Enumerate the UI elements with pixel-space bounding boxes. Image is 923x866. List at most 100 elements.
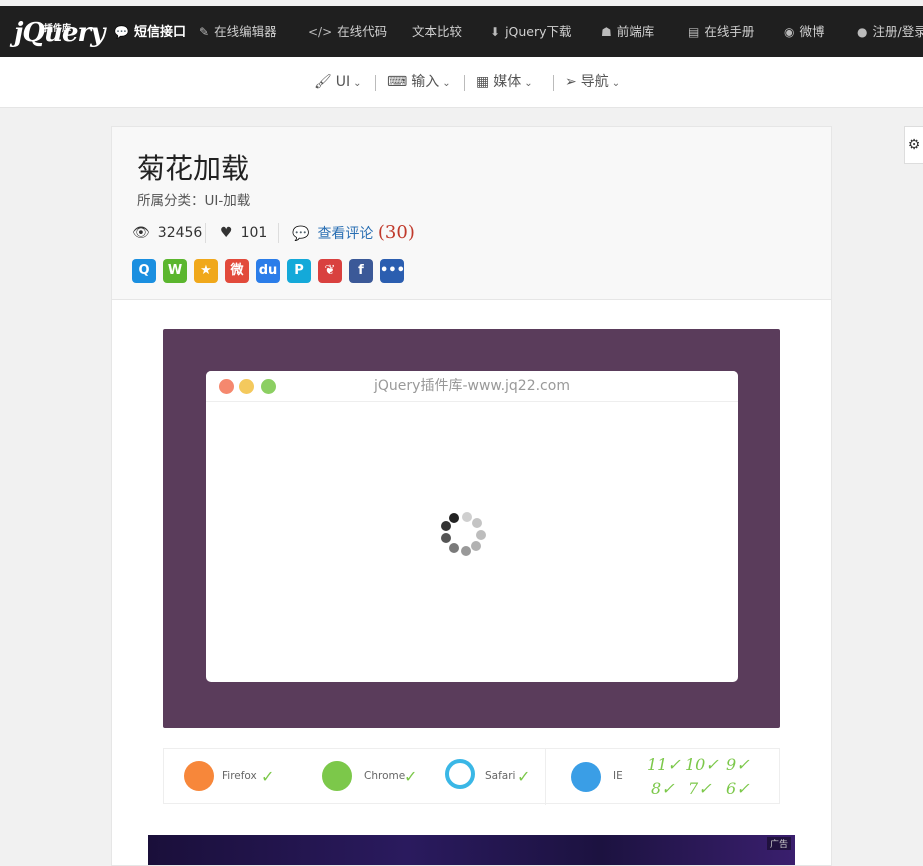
nav-register-login[interactable]: ● 注册/登录 xyxy=(857,12,923,52)
share-douban-button[interactable]: ❦ xyxy=(318,259,342,283)
browser-name: Chrome xyxy=(364,770,406,782)
edit-icon: ✎ xyxy=(199,25,210,39)
nav-jquery-download[interactable]: ⬇ jQuery下载 xyxy=(490,12,572,52)
eye-icon: 👁 xyxy=(132,225,150,241)
nav-weibo[interactable]: ◉ 微博 xyxy=(784,12,825,52)
keyboard-icon: ⌨ xyxy=(387,74,408,90)
nav-online-editor[interactable]: ✎ 在线编辑器 xyxy=(199,12,277,52)
likes-stat[interactable]: ♥ 101 xyxy=(220,221,267,245)
views-stat: 👁 32456 xyxy=(132,221,202,245)
share-wechat-button[interactable]: W xyxy=(163,259,187,283)
spinner-dot xyxy=(441,521,451,531)
plugin-category[interactable]: 所属分类：UI-加载 xyxy=(137,189,250,209)
loading-spinner-icon xyxy=(436,509,492,565)
ad-banner[interactable]: 广告 xyxy=(148,835,795,865)
nav-sms-api[interactable]: 💬 短信接口 xyxy=(114,12,186,52)
ie-version-label: 8 xyxy=(651,779,662,798)
ie-version-11: 11✓ xyxy=(647,755,681,774)
paper-plane-icon: ➢ xyxy=(565,74,577,90)
chevron-down-icon: ⌄ xyxy=(442,78,451,89)
share-renren-button[interactable]: P xyxy=(287,259,311,283)
code-icon: </> xyxy=(308,25,333,39)
chevron-down-icon: ⌄ xyxy=(524,78,533,89)
site-logo[interactable]: jQuery 插件库 xyxy=(14,16,106,50)
ie-version-7: 7✓ xyxy=(688,779,712,798)
divider xyxy=(278,223,279,243)
share-facebook-button[interactable]: f xyxy=(349,259,373,283)
user-icon: ● xyxy=(857,25,868,39)
checkmark-icon: ✓ xyxy=(517,767,531,786)
heart-icon: ♥ xyxy=(220,225,233,241)
nav-text-compare[interactable]: 文本比较 xyxy=(412,12,462,52)
ie-version-10: 10✓ xyxy=(685,755,719,774)
ie-version-label: 10 xyxy=(685,755,706,774)
nav-label: 在线编辑器 xyxy=(214,24,277,39)
subnav-label: UI xyxy=(335,74,351,90)
ie-version-label: 7 xyxy=(688,779,699,798)
qzone-icon: ★ xyxy=(200,263,212,278)
comments-link[interactable]: 💬 查看评论 (30) xyxy=(292,221,415,245)
demo-preview[interactable]: jQuery插件库-www.jq22.com xyxy=(163,329,780,728)
ie-version-9: 9✓ xyxy=(726,755,750,774)
checkmark-icon: ✓ xyxy=(404,767,418,786)
film-icon: ▦ xyxy=(476,74,490,90)
subnav-label: 媒体 xyxy=(493,74,522,90)
download-icon: ⬇ xyxy=(490,25,501,39)
ad-label: 广告 xyxy=(766,837,791,850)
comments-count: (30) xyxy=(377,222,415,243)
plugin-header: 菊花加载 所属分类：UI-加载 👁 32456 ♥ 101 💬 查看评论 (30) Q… xyxy=(112,127,831,300)
subnav-media[interactable]: ▦ 媒体 ⌄ xyxy=(476,57,533,107)
share-more-button[interactable]: ••• xyxy=(380,259,405,283)
page-title: 菊花加载 xyxy=(137,152,250,185)
spinner-dot xyxy=(471,541,481,551)
nav-label: 文本比较 xyxy=(412,24,463,39)
spinner-dot xyxy=(449,513,459,523)
baidu-icon: du xyxy=(258,263,278,278)
likes-count: 101 xyxy=(240,225,268,241)
weibo-icon: ◉ xyxy=(784,25,795,39)
divider xyxy=(205,223,206,243)
paintbrush-icon: 🖌 xyxy=(314,74,332,90)
views-count: 32456 xyxy=(157,225,203,241)
ie-version-8: 8✓ xyxy=(651,779,675,798)
nav-label: jQuery下载 xyxy=(505,24,572,39)
share-weibo-button[interactable]: 微 xyxy=(225,259,249,283)
ie-version-6: 6✓ xyxy=(726,779,750,798)
spinner-dot xyxy=(472,518,482,528)
demo-window: jQuery插件库-www.jq22.com xyxy=(206,371,738,682)
ie-version-label: 9 xyxy=(726,755,737,774)
subnav-input[interactable]: ⌨ 输入 ⌄ xyxy=(387,57,451,107)
share-qzone-button[interactable]: ★ xyxy=(194,259,218,283)
spinner-dot xyxy=(476,530,486,540)
subnav-label: 导航 xyxy=(580,74,609,90)
subnav-ui[interactable]: 🖌 UI ⌄ xyxy=(314,57,362,107)
plugin-card: 菊花加载 所属分类：UI-加载 👁 32456 ♥ 101 💬 查看评论 (30) Q… xyxy=(111,126,832,866)
browser-support: Firefox ✓ Chrome ✓ Safari ✓ IE 11✓ 10✓ 9… xyxy=(163,748,780,805)
firefox-icon xyxy=(184,761,214,791)
window-titlebar: jQuery插件库-www.jq22.com xyxy=(206,371,738,402)
nav-online-code[interactable]: </> 在线代码 xyxy=(308,12,387,52)
book-icon: ▤ xyxy=(688,25,700,39)
share-qq-button[interactable]: Q xyxy=(132,259,156,283)
subnav-navigation[interactable]: ➢ 导航 ⌄ xyxy=(565,57,620,107)
user-secret-icon: ☗ xyxy=(601,25,612,39)
comment-icon: 💬 xyxy=(292,226,310,242)
facebook-icon: f xyxy=(358,263,364,278)
ie-version-label: 11 xyxy=(647,755,668,774)
nav-label: 在线代码 xyxy=(337,24,388,39)
window-title: jQuery插件库-www.jq22.com xyxy=(374,378,570,394)
gear-icon[interactable]: ⚙ xyxy=(904,126,923,164)
checkmark-icon: ✓ xyxy=(261,767,275,786)
douban-icon: ❦ xyxy=(324,263,336,278)
nav-online-manual[interactable]: ▤ 在线手册 xyxy=(688,12,754,52)
divider xyxy=(545,749,546,805)
qq-icon: Q xyxy=(138,263,150,278)
spinner-dot xyxy=(441,533,451,543)
subnav-label: 输入 xyxy=(411,74,440,90)
share-baidu-button[interactable]: du xyxy=(256,259,280,283)
nav-label: 微博 xyxy=(799,24,825,39)
nav-frontend-lib[interactable]: ☗ 前端库 xyxy=(601,12,654,52)
nav-label: 短信接口 xyxy=(133,25,186,40)
browser-name: IE xyxy=(613,770,623,782)
nav-label: 前端库 xyxy=(616,24,655,39)
